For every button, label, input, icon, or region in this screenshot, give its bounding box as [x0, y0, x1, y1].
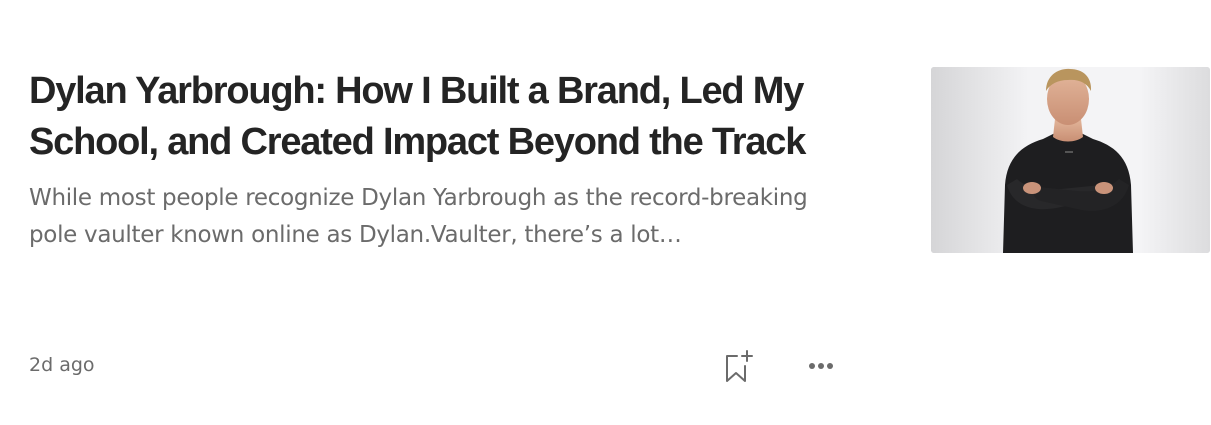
article-thumbnail[interactable] [931, 67, 1210, 253]
article-subtitle[interactable]: While most people recognize Dylan Yarbro… [29, 180, 839, 254]
more-horizontal-icon [809, 363, 833, 369]
article-title[interactable]: Dylan Yarbrough: How I Built a Brand, Le… [29, 66, 849, 168]
article-text[interactable]: Dylan Yarbrough: How I Built a Brand, Le… [29, 66, 849, 254]
article-meta: 2d ago [29, 346, 841, 386]
article-card[interactable]: Dylan Yarbrough: How I Built a Brand, Le… [0, 0, 1211, 425]
publish-time: 2d ago [29, 354, 95, 376]
bookmark-button[interactable] [719, 346, 759, 386]
athlete-portrait-photo [931, 67, 1210, 253]
more-options-button[interactable] [801, 346, 841, 386]
bookmark-add-icon [726, 350, 753, 382]
